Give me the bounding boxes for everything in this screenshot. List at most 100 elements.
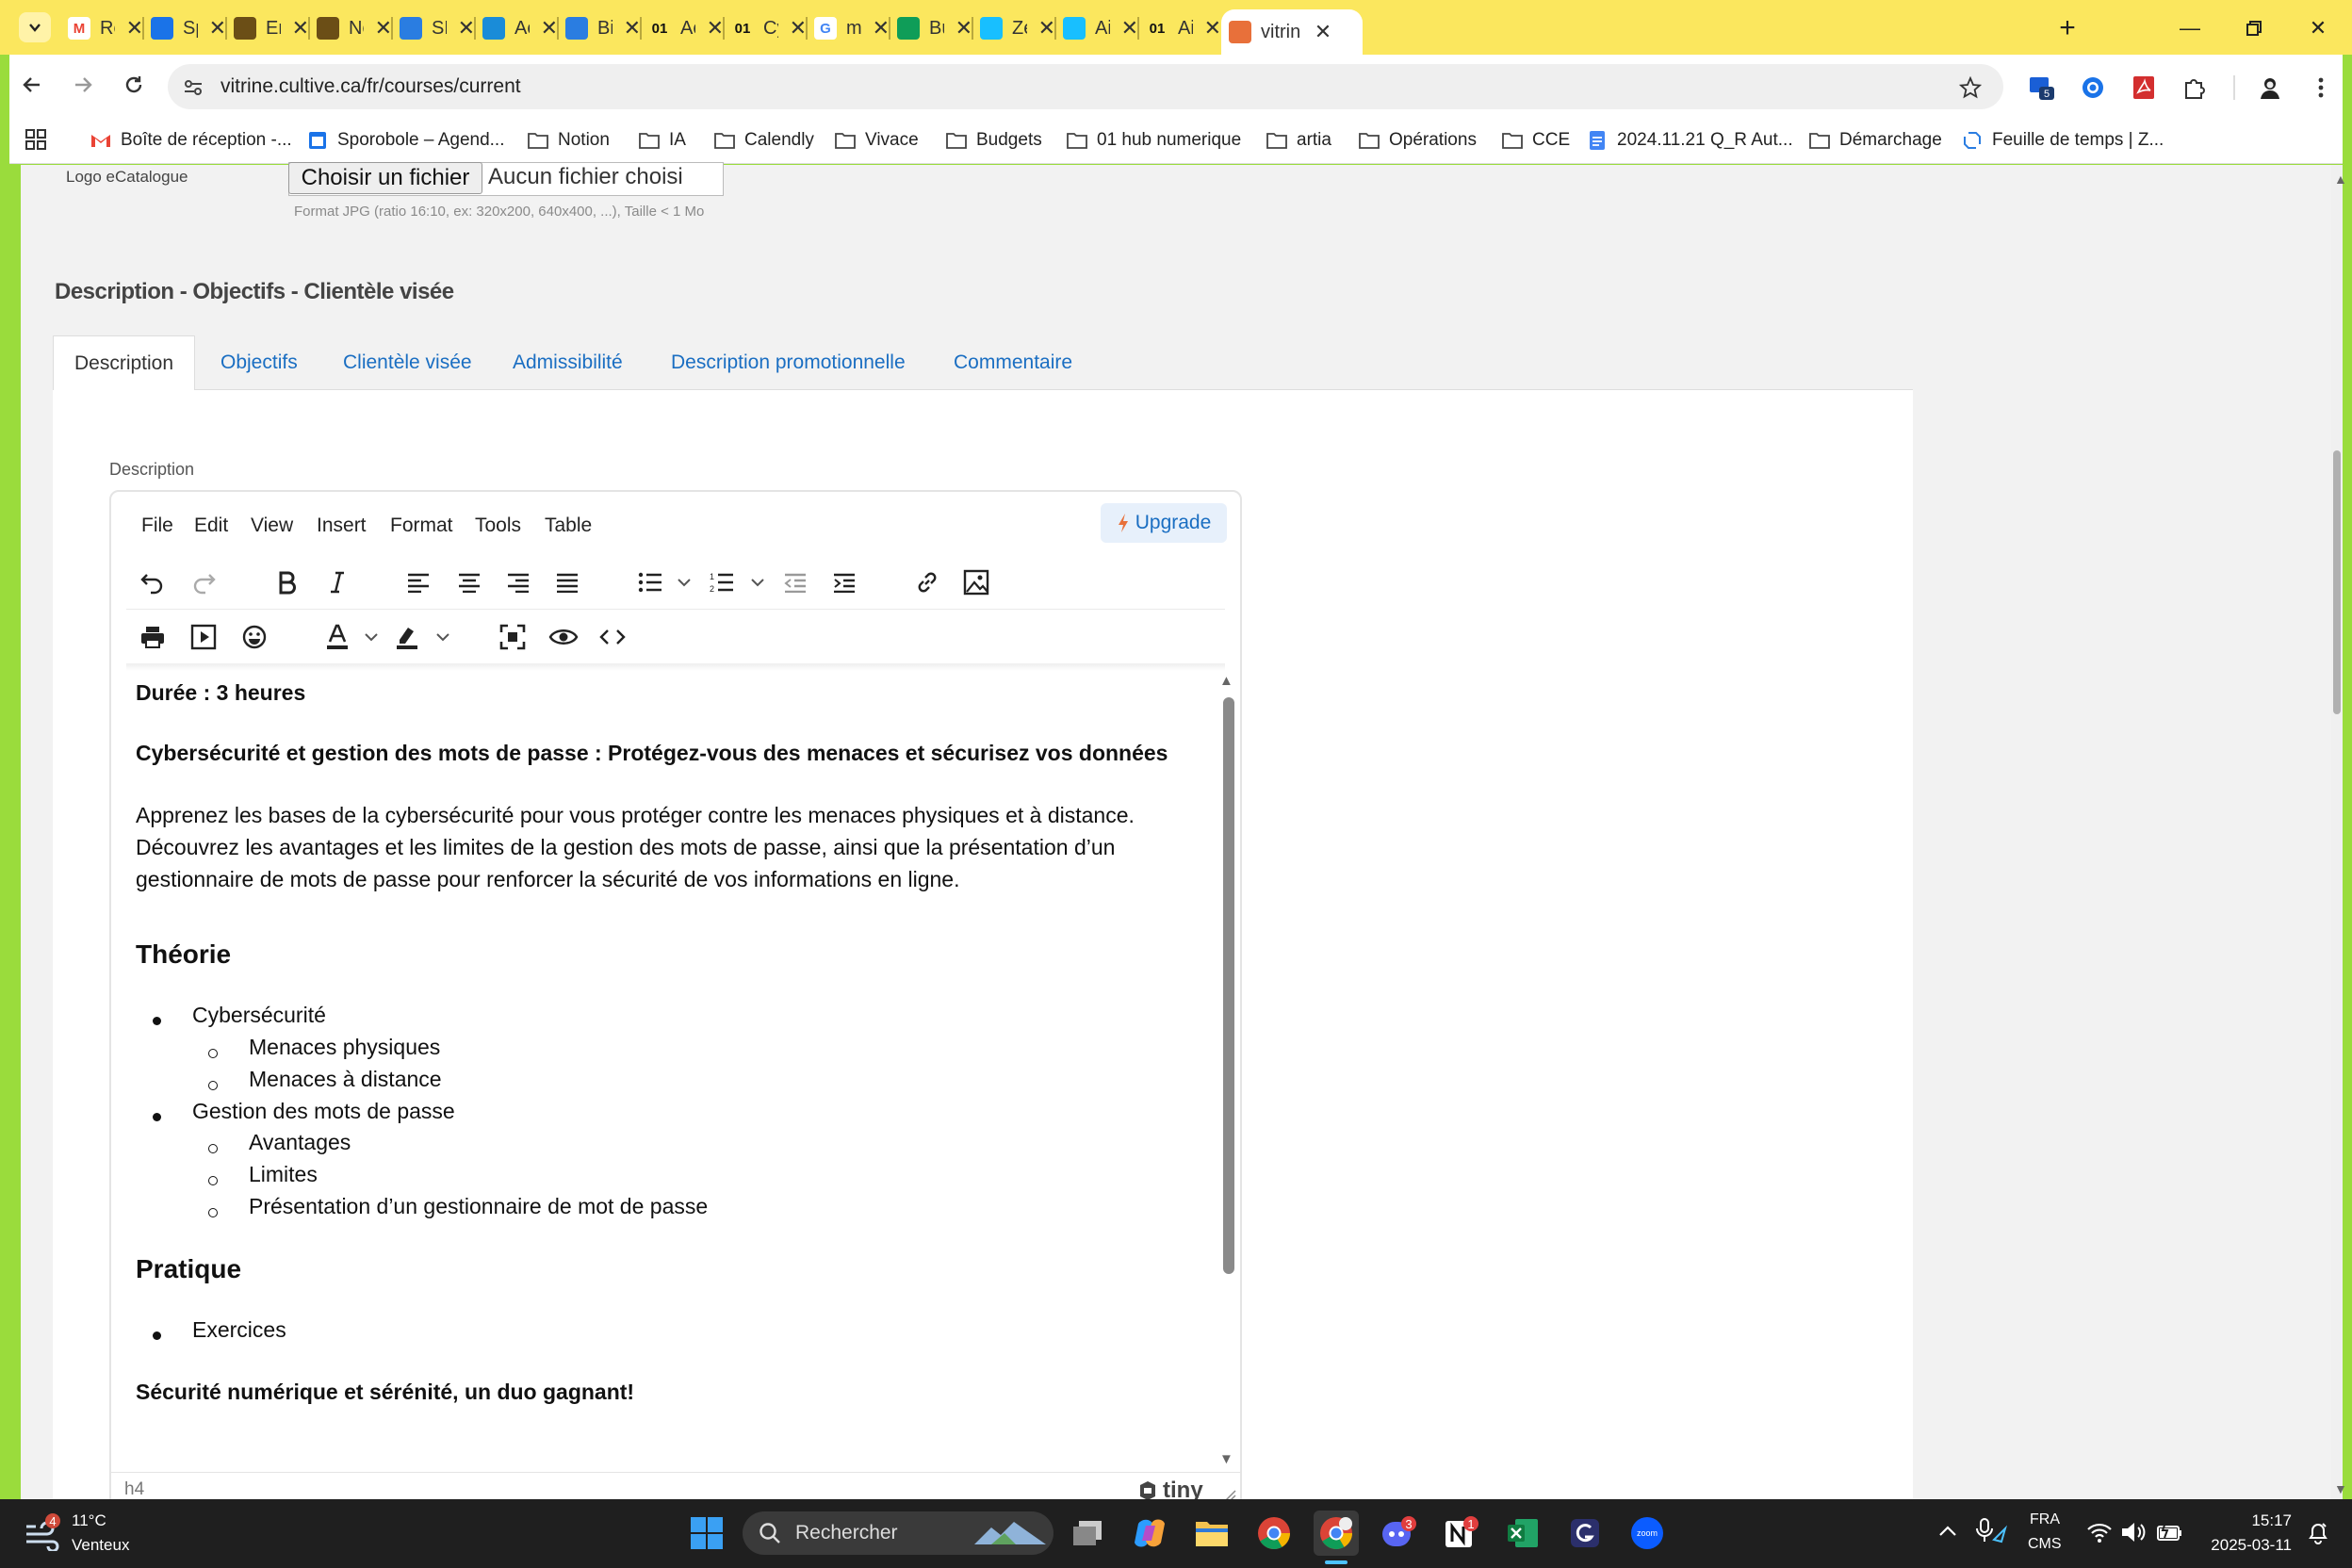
browser-tab[interactable]: Nou ✕ <box>309 9 392 47</box>
clock-date[interactable]: 2025-03-11 <box>2201 1536 2292 1555</box>
browser-tab[interactable]: 01 Airta ✕ <box>1138 9 1221 47</box>
weather-widget[interactable]: 4 <box>24 1513 64 1551</box>
bookmark-item[interactable]: Budgets <box>946 126 1042 155</box>
undo-icon[interactable] <box>134 564 172 601</box>
bullet-list-icon[interactable] <box>631 564 669 601</box>
bookmark-item[interactable]: 2024.11.21 Q_R Aut... <box>1587 126 1793 155</box>
tab-commentaire[interactable]: Commentaire <box>954 335 1072 390</box>
page-scrollbar[interactable] <box>2331 165 2343 1499</box>
taskbar-search[interactable]: Rechercher <box>743 1511 1054 1555</box>
forward-button[interactable] <box>64 66 102 104</box>
chrome-icon[interactable] <box>1251 1511 1297 1556</box>
source-code-icon[interactable] <box>594 618 631 656</box>
volume-icon[interactable] <box>2120 1521 2147 1544</box>
element-path[interactable]: h4 <box>124 1479 144 1500</box>
battery-icon[interactable] <box>2156 1521 2184 1544</box>
minimize-button[interactable]: — <box>2171 13 2209 43</box>
browser-tab[interactable]: Ente ✕ <box>226 9 309 47</box>
image-icon[interactable] <box>957 564 995 601</box>
app-g-icon[interactable] <box>1562 1511 1608 1556</box>
extension-pdf-icon[interactable] <box>2128 72 2160 104</box>
extension-blue-circle-icon[interactable] <box>2077 72 2109 104</box>
notion-icon[interactable]: 1 <box>1438 1511 1483 1556</box>
highlight-color-icon[interactable] <box>388 618 426 656</box>
tab-close-icon[interactable]: ✕ <box>873 16 890 41</box>
chrome-profile-icon[interactable] <box>1314 1511 1359 1556</box>
copilot-icon[interactable] <box>1127 1511 1172 1556</box>
bookmark-item[interactable]: Feuille de temps | Z... <box>1962 126 2164 155</box>
tab-close-icon[interactable]: ✕ <box>1121 16 1138 41</box>
tab-clientele-visee[interactable]: Clientèle visée <box>343 335 472 390</box>
tab-close-icon[interactable]: ✕ <box>1038 16 1055 41</box>
preview-icon[interactable] <box>545 618 582 656</box>
tab-close-icon[interactable]: ✕ <box>1312 20 1334 44</box>
tab-close-icon[interactable]: ✕ <box>458 16 475 41</box>
print-icon[interactable] <box>134 618 172 656</box>
fullscreen-icon[interactable] <box>494 618 531 656</box>
bookmark-item[interactable]: Opérations <box>1359 126 1477 155</box>
upgrade-button[interactable]: Upgrade <box>1101 503 1227 543</box>
bookmark-item[interactable]: 01 hub numerique <box>1067 126 1241 155</box>
site-info-icon[interactable] <box>183 77 204 98</box>
outdent-icon[interactable] <box>776 564 814 601</box>
tab-close-icon[interactable]: ✕ <box>126 16 143 41</box>
bookmark-item[interactable]: IA <box>639 126 686 155</box>
file-explorer-icon[interactable] <box>1189 1511 1234 1556</box>
windows-start-icon[interactable] <box>684 1511 729 1556</box>
bullet-list-chevron-icon[interactable] <box>675 573 694 592</box>
menu-insert[interactable]: Insert <box>317 514 367 537</box>
media-icon[interactable] <box>185 618 222 656</box>
tab-close-icon[interactable]: ✕ <box>541 16 558 41</box>
page-scroll-down-icon[interactable]: ▼ <box>2334 1481 2347 1496</box>
close-window-button[interactable]: ✕ <box>2299 13 2337 43</box>
new-tab-button[interactable]: + <box>2050 11 2084 45</box>
excel-icon[interactable] <box>1500 1511 1545 1556</box>
tab-description[interactable]: Description <box>53 335 196 390</box>
editor-content[interactable]: Durée : 3 heures Cybersécurité et gestio… <box>115 677 1223 1470</box>
editor-scroll-up-icon[interactable]: ▲ <box>1219 673 1233 689</box>
page-scrollbar-thumb[interactable] <box>2333 450 2341 714</box>
tab-close-icon[interactable]: ✕ <box>790 16 807 41</box>
browser-tab[interactable]: Airta ✕ <box>1055 9 1138 47</box>
keyboard-layout[interactable]: CMS <box>2028 1536 2062 1553</box>
clock-time[interactable]: 15:17 <box>2246 1511 2292 1530</box>
menu-table[interactable]: Table <box>545 514 592 537</box>
bold-icon[interactable] <box>268 564 305 601</box>
tab-search-button[interactable] <box>19 12 51 42</box>
bookmark-item[interactable]: Sporobole – Agend... <box>307 126 504 155</box>
browser-menu-button[interactable] <box>2305 72 2337 104</box>
highlight-color-chevron-icon[interactable] <box>433 628 452 646</box>
browser-tab[interactable]: M Re: r ✕ <box>60 9 143 47</box>
choose-file-button[interactable]: Choisir un fichier <box>288 162 482 194</box>
browser-tab[interactable]: Gmon ✕ <box>807 9 890 47</box>
microphone-icon[interactable] <box>1975 1517 2007 1545</box>
back-button[interactable] <box>13 66 51 104</box>
notifications-bell-icon[interactable] <box>2307 1521 2329 1545</box>
tab-close-icon[interactable]: ✕ <box>292 16 309 41</box>
numbered-list-icon[interactable]: 12 <box>703 564 741 601</box>
redo-icon[interactable] <box>185 564 222 601</box>
browser-tab[interactable]: Bien ✕ <box>558 9 641 47</box>
bookmark-item[interactable]: Boîte de réception -... <box>90 126 292 155</box>
menu-edit[interactable]: Edit <box>194 514 228 537</box>
browser-tab[interactable]: vitrin ✕ <box>1221 9 1363 55</box>
tab-close-icon[interactable]: ✕ <box>209 16 226 41</box>
tab-admissibilite[interactable]: Admissibilité <box>513 335 623 390</box>
tab-close-icon[interactable]: ✕ <box>624 16 641 41</box>
wifi-icon[interactable] <box>2086 1521 2113 1544</box>
numbered-list-chevron-icon[interactable] <box>748 573 767 592</box>
tab-close-icon[interactable]: ✕ <box>707 16 724 41</box>
apps-grid-icon[interactable] <box>24 128 47 151</box>
italic-icon[interactable] <box>318 564 356 601</box>
bookmark-star-icon[interactable] <box>1954 72 1986 104</box>
align-justify-icon[interactable] <box>548 564 586 601</box>
browser-tab[interactable]: 01 Cybe ✕ <box>724 9 807 47</box>
tab-close-icon[interactable]: ✕ <box>375 16 392 41</box>
indent-icon[interactable] <box>825 564 863 601</box>
bookmark-item[interactable]: artia <box>1266 126 1331 155</box>
page-scroll-up-icon[interactable]: ▲ <box>2334 172 2347 187</box>
menu-view[interactable]: View <box>251 514 293 537</box>
bookmark-item[interactable]: Calendly <box>714 126 814 155</box>
editor-scroll-down-icon[interactable]: ▼ <box>1219 1451 1233 1467</box>
extensions-puzzle-icon[interactable] <box>2179 72 2211 104</box>
